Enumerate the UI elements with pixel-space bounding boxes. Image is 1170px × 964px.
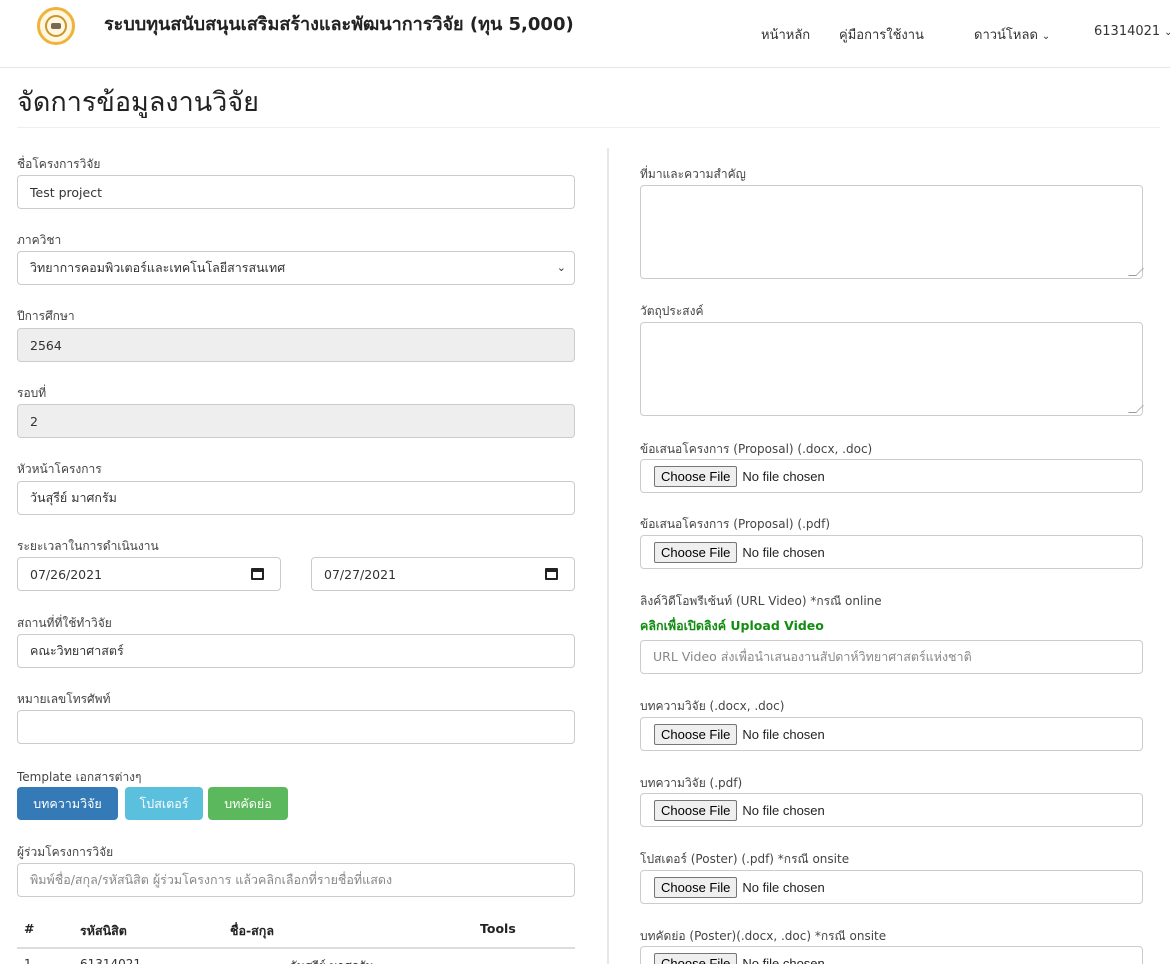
choose-file-button[interactable]: Choose File [654, 799, 738, 821]
choose-file-button[interactable]: Choose File [654, 952, 738, 964]
resize-handle[interactable] [1128, 268, 1144, 276]
university-logo-icon[interactable] [37, 7, 75, 45]
table-cell-student-id: 61314021 [80, 957, 142, 964]
calendar-icon[interactable] [251, 568, 264, 580]
co-researcher-search-input[interactable]: พิมพ์ชื่อ/สกุล/รหัสนิสิต ผู้ร่วมโครงการ … [17, 863, 575, 897]
article-pdf-label: บทความวิจัย (.pdf) [640, 776, 743, 790]
academic-year-input: 2564 [17, 328, 575, 362]
abstract-docx-file-input[interactable]: Choose File No file chosen [640, 946, 1143, 964]
location-input[interactable]: คณะวิทยาศาสตร์ [17, 634, 575, 668]
background-label: ที่มาและความสำคัญ [640, 167, 746, 181]
department-label: ภาควิชา [17, 233, 62, 247]
proposal-docx-file-input[interactable]: Choose File No file chosen [640, 459, 1143, 493]
upload-video-link[interactable]: คลิกเพื่อเปิดลิงค์ Upload Video [640, 616, 824, 636]
resize-handle[interactable] [1128, 405, 1144, 413]
co-researchers-label: ผู้ร่วมโครงการวิจัย [17, 845, 114, 859]
table-header-tools: Tools [480, 921, 516, 936]
project-name-label: ชื่อโครงการวิจัย [17, 157, 101, 171]
duration-label: ระยะเวลาในการดำเนินงาน [17, 539, 159, 553]
choose-file-button[interactable]: Choose File [654, 465, 738, 487]
template-article-button[interactable]: บทความวิจัย [17, 787, 118, 820]
table-header-student-id: รหัสนิสิต [80, 923, 127, 938]
phone-input[interactable] [17, 710, 575, 744]
file-status: No file chosen [742, 955, 825, 964]
file-status: No file chosen [742, 544, 825, 560]
table-cell-name: วันสุรีย์ มาศกรัม [290, 957, 373, 964]
academic-year-label: ปีการศึกษา [17, 309, 75, 323]
choose-file-button[interactable]: Choose File [654, 723, 738, 745]
video-url-label: ลิงค์วิดีโอพรีเซ้นท์ (URL Video) *กรณี o… [640, 594, 882, 608]
file-status: No file chosen [742, 468, 825, 484]
article-docx-label: บทความวิจัย (.docx, .doc) [640, 699, 785, 713]
background-textarea[interactable] [640, 185, 1144, 279]
round-label: รอบที่ [17, 386, 47, 400]
page-title: จัดการข้อมูลงานวิจัย [17, 87, 259, 118]
chevron-down-icon: ⌄ [556, 261, 566, 274]
nav-user-menu[interactable]: 61314021 ⌄ [1094, 24, 1170, 39]
top-navbar: ระบบทุนสนับสนุนเสริมสร้างและพัฒนาการวิจั… [0, 0, 1170, 68]
article-docx-file-input[interactable]: Choose File No file chosen [640, 717, 1143, 751]
file-status: No file chosen [742, 726, 825, 742]
choose-file-button[interactable]: Choose File [654, 541, 738, 563]
location-label: สถานที่ที่ใช้ทำวิจัย [17, 616, 112, 630]
round-input: 2 [17, 404, 575, 438]
chevron-down-icon: ⌄ [1041, 31, 1051, 42]
proposal-pdf-label: ข้อเสนอโครงการ (Proposal) (.pdf) [640, 517, 831, 531]
objective-textarea[interactable] [640, 322, 1144, 416]
department-select[interactable]: วิทยาการคอมพิวเตอร์และเทคโนโลยีสารสนเทศ … [17, 251, 575, 285]
template-abstract-button[interactable]: บทคัดย่อ [208, 787, 288, 820]
phone-label: หมายเลขโทรศัพท์ [17, 692, 111, 706]
table-header-rule [17, 947, 575, 949]
leader-label: หัวหน้าโครงการ [17, 462, 102, 476]
table-header-name: ชื่อ-สกุล [230, 923, 275, 938]
app-title[interactable]: ระบบทุนสนับสนุนเสริมสร้างและพัฒนาการวิจั… [104, 9, 574, 38]
chevron-down-icon: ⌄ [1164, 27, 1170, 38]
table-cell-no: 1 [24, 957, 32, 964]
article-pdf-file-input[interactable]: Choose File No file chosen [640, 793, 1143, 827]
end-date-input[interactable]: 07/27/2021 [311, 557, 575, 591]
objective-label: วัตถุประสงค์ [640, 304, 704, 318]
nav-manual[interactable]: คู่มือการใช้งาน [839, 24, 924, 45]
poster-pdf-file-input[interactable]: Choose File No file chosen [640, 870, 1143, 904]
title-divider [17, 127, 1160, 128]
table-header-no: # [24, 921, 35, 936]
proposal-pdf-file-input[interactable]: Choose File No file chosen [640, 535, 1143, 569]
poster-pdf-label: โปสเตอร์ (Poster) (.pdf) *กรณี onsite [640, 852, 850, 866]
leader-input[interactable]: วันสุรีย์ มาศกรัม [17, 481, 575, 515]
nav-home[interactable]: หน้าหลัก [761, 24, 810, 45]
nav-download[interactable]: ดาวน์โหลด ⌄ [974, 24, 1050, 45]
calendar-icon[interactable] [545, 568, 558, 580]
start-date-input[interactable]: 07/26/2021 [17, 557, 281, 591]
templates-label: Template เอกสารต่างๆ [17, 770, 142, 784]
video-url-input[interactable]: URL Video ส่งเพื่อนำเสนองานสัปดาห์วิทยาศ… [640, 640, 1143, 674]
project-name-input[interactable]: Test project [17, 175, 575, 209]
file-status: No file chosen [742, 802, 825, 818]
template-poster-button[interactable]: โปสเตอร์ [125, 787, 203, 820]
column-divider [607, 148, 609, 964]
proposal-docx-label: ข้อเสนอโครงการ (Proposal) (.docx, .doc) [640, 442, 873, 456]
abstract-docx-label: บทคัดย่อ (Poster)(.docx, .doc) *กรณี ons… [640, 929, 887, 943]
choose-file-button[interactable]: Choose File [654, 876, 738, 898]
file-status: No file chosen [742, 879, 825, 895]
